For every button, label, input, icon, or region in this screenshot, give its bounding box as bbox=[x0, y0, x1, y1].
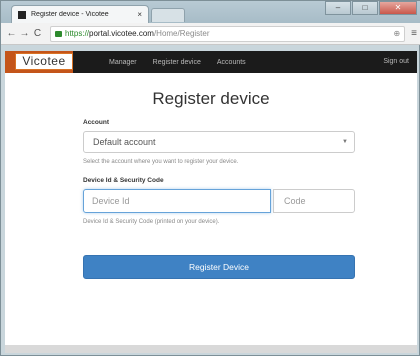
nav-links: Manager Register device Accounts bbox=[109, 51, 262, 73]
security-code-input[interactable]: Code bbox=[273, 189, 355, 213]
window-controls: – □ ✕ bbox=[324, 1, 417, 15]
address-bar[interactable]: https:// portal.vicotee.com /Home/Regist… bbox=[50, 25, 406, 42]
account-label: Account bbox=[83, 119, 109, 126]
new-tab-button[interactable] bbox=[151, 8, 185, 22]
url-path: /Home/Register bbox=[153, 29, 210, 38]
nav-link-manager[interactable]: Manager bbox=[109, 59, 137, 66]
maximize-button[interactable]: □ bbox=[352, 1, 378, 15]
tab-strip: Register device - Vicotee × – □ ✕ bbox=[1, 1, 420, 23]
hamburger-menu-icon[interactable]: ≡ bbox=[411, 28, 417, 39]
minimize-button[interactable]: – bbox=[325, 1, 351, 15]
account-help-text: Select the account where you want to reg… bbox=[83, 159, 239, 165]
account-select[interactable]: Default account ▼ bbox=[83, 131, 355, 153]
account-select-value: Default account bbox=[93, 137, 156, 147]
sign-out-link[interactable]: Sign out bbox=[383, 58, 409, 65]
url-scheme: https:// bbox=[65, 29, 90, 38]
favicon-icon bbox=[18, 10, 26, 19]
back-icon[interactable]: ← bbox=[5, 28, 18, 39]
device-label: Device Id & Security Code bbox=[83, 177, 164, 184]
device-id-input[interactable]: Device Id bbox=[83, 189, 271, 213]
chevron-down-icon: ▼ bbox=[342, 139, 348, 145]
page-title: Register device bbox=[152, 89, 270, 108]
nav-link-register-device[interactable]: Register device bbox=[153, 59, 201, 66]
forward-icon[interactable]: → bbox=[18, 28, 31, 39]
tab-close-icon[interactable]: × bbox=[137, 10, 142, 19]
tab-title: Register device - Vicotee bbox=[31, 11, 109, 18]
browser-toolbar: ← → C https:// portal.vicotee.com /Home/… bbox=[1, 23, 420, 45]
device-help-text: Device Id & Security Code (printed on yo… bbox=[83, 219, 220, 225]
lock-icon bbox=[55, 30, 62, 37]
nav-link-accounts[interactable]: Accounts bbox=[217, 59, 246, 66]
extension-icon[interactable]: ⊕ bbox=[393, 29, 400, 38]
close-window-button[interactable]: ✕ bbox=[379, 1, 417, 15]
url-host: portal.vicotee.com bbox=[89, 29, 154, 38]
reload-icon[interactable]: C bbox=[31, 28, 44, 39]
site-navbar: Vicotee Manager Register device Accounts… bbox=[5, 51, 417, 73]
horizontal-scrollbar[interactable] bbox=[5, 345, 417, 353]
browser-window: Register device - Vicotee × – □ ✕ ← → C … bbox=[0, 0, 420, 356]
browser-tab[interactable]: Register device - Vicotee × bbox=[11, 5, 149, 23]
brand-logo[interactable]: Vicotee bbox=[15, 53, 73, 70]
page-content: Register device Account Default account … bbox=[5, 73, 417, 345]
register-device-button[interactable]: Register Device bbox=[83, 255, 355, 279]
